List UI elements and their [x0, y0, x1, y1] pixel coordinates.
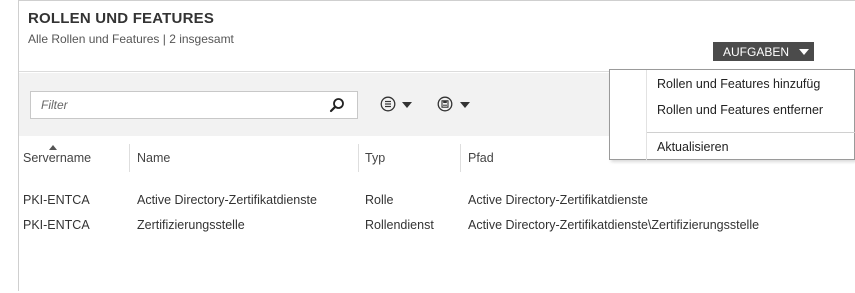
- panel-subtitle: Alle Rollen und Features | 2 insgesamt: [28, 32, 234, 46]
- column-header-servername[interactable]: Servername: [23, 145, 91, 165]
- menu-item-add-roles[interactable]: Rollen und Features hinzufüg: [657, 77, 820, 91]
- save-dropdown[interactable]: [437, 96, 470, 117]
- column-header-path[interactable]: Pfad: [468, 151, 494, 165]
- list-view-dropdown[interactable]: [380, 96, 412, 117]
- cell-path: Active Directory-Zertifikatdienste: [468, 193, 648, 207]
- cell-servername: PKI-ENTCA: [23, 193, 90, 207]
- menu-item-refresh[interactable]: Aktualisieren: [657, 140, 729, 154]
- chevron-down-icon: [402, 102, 412, 108]
- save-icon: [437, 96, 453, 112]
- column-header-name[interactable]: Name: [137, 151, 170, 165]
- column-header-type[interactable]: Typ: [365, 151, 385, 165]
- chevron-down-icon: [460, 102, 470, 108]
- tasks-dropdown-menu: Rollen und Features hinzufüg Rollen und …: [609, 69, 855, 161]
- cell-servername: PKI-ENTCA: [23, 218, 90, 232]
- menu-item-remove-roles[interactable]: Rollen und Features entferner: [657, 103, 823, 117]
- list-view-icon: [380, 96, 396, 112]
- panel-title: ROLLEN UND FEATURES: [28, 10, 215, 27]
- tasks-button[interactable]: AUFGABEN: [713, 42, 814, 61]
- menu-icon-gutter: [646, 70, 647, 161]
- column-divider: [460, 144, 461, 172]
- cell-name: Active Directory-Zertifikatdienste: [137, 193, 317, 207]
- search-icon[interactable]: [329, 97, 345, 113]
- cell-name: Zertifizierungsstelle: [137, 218, 245, 232]
- cell-type: Rolle: [365, 193, 394, 207]
- filter-input[interactable]: [39, 97, 313, 113]
- menu-separator: [647, 132, 855, 133]
- sort-ascending-icon: [49, 145, 57, 150]
- cell-path: Active Directory-Zertifikatdienste\Zerti…: [468, 218, 760, 232]
- column-divider: [358, 144, 359, 172]
- cell-type: Rollendienst: [365, 218, 434, 232]
- chevron-down-icon: [799, 48, 810, 55]
- column-divider: [129, 144, 130, 172]
- tasks-button-label: AUFGABEN: [723, 44, 790, 59]
- filter-field[interactable]: [30, 91, 358, 119]
